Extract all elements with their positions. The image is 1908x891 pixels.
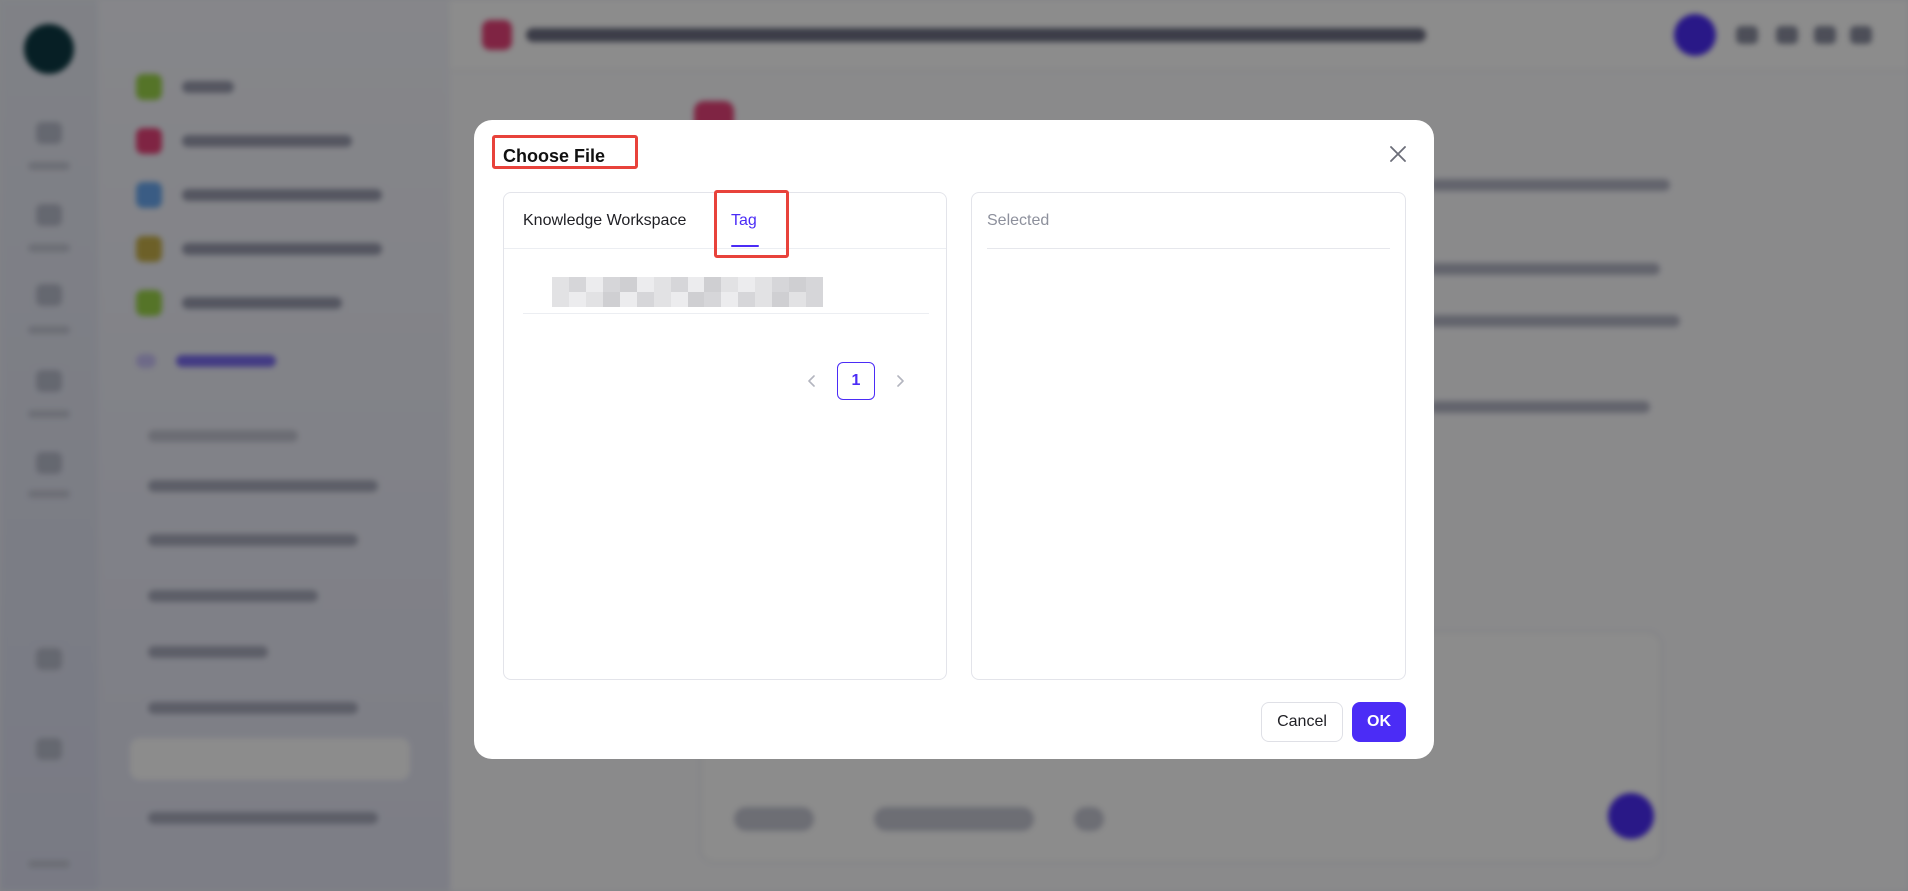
chevron-right-icon	[897, 375, 904, 387]
choose-file-dialog: Choose File Knowledge Workspace Tag 1 Se…	[474, 120, 1434, 759]
page-number-button[interactable]: 1	[837, 362, 875, 400]
close-button[interactable]	[1384, 140, 1412, 168]
file-source-panel: Knowledge Workspace Tag 1	[503, 190, 947, 680]
redacted-tag-name	[552, 277, 823, 307]
ok-button[interactable]: OK	[1352, 702, 1406, 742]
selected-panel: Selected	[971, 192, 1406, 680]
tab-highlight-box	[714, 190, 789, 258]
tab-knowledge-workspace[interactable]: Knowledge Workspace	[523, 212, 686, 230]
title-highlight-box	[492, 135, 638, 169]
source-tabs: Knowledge Workspace Tag	[504, 190, 946, 258]
close-icon	[1390, 146, 1406, 162]
selected-header: Selected	[987, 212, 1050, 229]
next-page-button[interactable]	[887, 362, 913, 400]
chevron-left-icon	[808, 375, 815, 387]
list-item[interactable]	[523, 261, 929, 314]
divider	[987, 248, 1390, 249]
prev-page-button[interactable]	[799, 362, 825, 400]
pagination: 1	[799, 362, 913, 400]
cancel-button[interactable]: Cancel	[1261, 702, 1343, 742]
